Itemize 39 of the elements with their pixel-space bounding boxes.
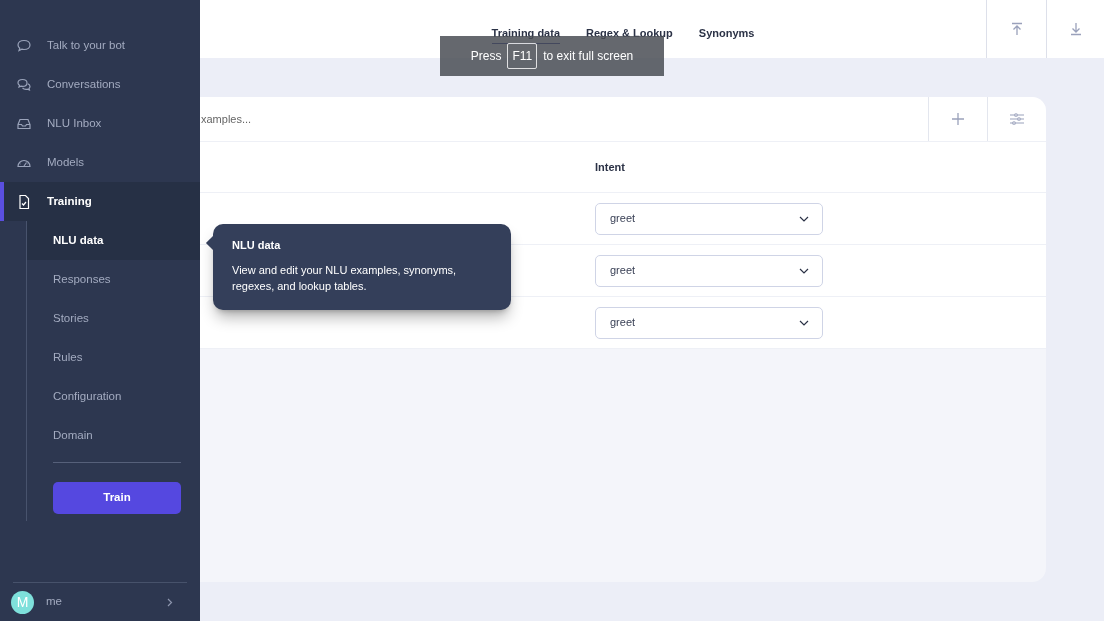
submenu-item[interactable]: NLU data <box>27 221 200 260</box>
chevron-right-icon <box>167 597 173 607</box>
sliders-icon <box>1010 113 1024 125</box>
filter-button[interactable] <box>987 97 1046 141</box>
intent-dropdown[interactable]: greet <box>595 306 823 339</box>
intent-dropdown[interactable]: greet <box>595 202 823 235</box>
column-header: Intent <box>595 159 625 175</box>
user-menu[interactable]: M me <box>13 582 187 621</box>
sidebar-item[interactable]: Training <box>0 182 200 221</box>
notice-text: Press <box>470 48 502 65</box>
key-label: F11 <box>507 43 538 69</box>
tooltip-text: View and edit your NLU examples, synonyms, regexes, and lookup tables. <box>232 262 458 294</box>
upload-icon <box>1009 22 1024 36</box>
download-icon <box>1068 22 1083 36</box>
chevron-down-icon <box>799 267 809 274</box>
chat-bubbles-icon <box>16 76 32 93</box>
chevron-down-icon <box>799 215 809 222</box>
user-name: me <box>46 594 63 610</box>
plus-icon <box>952 113 964 125</box>
sidebar-item[interactable]: NLU Inbox <box>0 104 200 143</box>
sidebar-item[interactable]: Conversations <box>0 65 200 104</box>
add-button[interactable] <box>928 97 987 141</box>
intent-dropdown[interactable]: greet <box>595 254 823 287</box>
submenu-item[interactable]: Rules <box>27 338 200 377</box>
submenu-item[interactable]: Configuration <box>27 377 200 416</box>
tab[interactable]: Synonyms <box>698 24 755 44</box>
train-button[interactable]: Train <box>53 482 181 514</box>
submenu-item[interactable]: Responses <box>27 260 200 299</box>
chat-bubble-icon <box>16 37 32 54</box>
document-check-icon <box>16 193 32 210</box>
user-avatar: M <box>11 590 34 614</box>
notice-text: to exit full screen <box>543 48 634 65</box>
chevron-down-icon <box>799 319 809 326</box>
sidebar-item[interactable]: Models <box>0 143 200 182</box>
submenu-item[interactable]: Domain <box>27 416 200 455</box>
sidebar-item[interactable]: Talk to your bot <box>0 26 200 65</box>
search-field[interactable]: xamples... <box>200 97 928 141</box>
submenu-item[interactable]: Stories <box>27 299 200 338</box>
tooltip-title: NLU data <box>232 238 282 253</box>
